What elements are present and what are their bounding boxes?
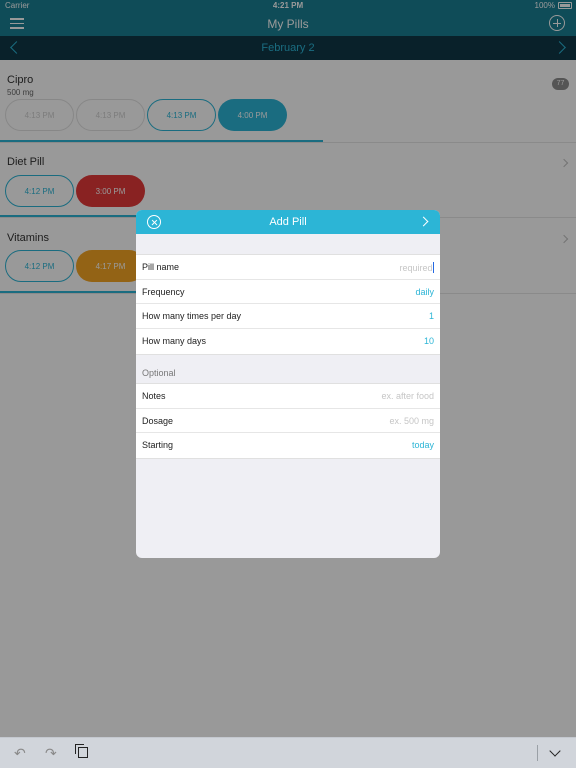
field-value: 10 bbox=[423, 336, 434, 347]
toolbar-divider bbox=[537, 745, 538, 761]
optional-section-label: Optional bbox=[142, 368, 176, 378]
pill-name-input[interactable]: required bbox=[399, 262, 434, 273]
times-per-day-field[interactable]: How many times per day 1 bbox=[136, 304, 440, 330]
field-label: How many times per day bbox=[142, 311, 242, 322]
optional-fields-group: Notes ex. after food Dosage ex. 500 mg S… bbox=[136, 383, 440, 460]
starting-field[interactable]: Starting today bbox=[136, 433, 440, 458]
field-label: Notes bbox=[142, 391, 166, 401]
dosage-field[interactable]: Dosage ex. 500 mg bbox=[136, 409, 440, 434]
notes-field[interactable]: Notes ex. after food bbox=[136, 384, 440, 409]
notes-input[interactable]: ex. after food bbox=[381, 391, 434, 401]
dosage-input[interactable]: ex. 500 mg bbox=[389, 416, 434, 426]
dismiss-keyboard-icon[interactable] bbox=[549, 745, 561, 757]
number-of-days-field[interactable]: How many days 10 bbox=[136, 329, 440, 354]
field-label: Frequency bbox=[142, 286, 185, 297]
add-pill-modal: Add Pill Pill name required Frequency da… bbox=[136, 210, 440, 558]
field-value: daily bbox=[415, 286, 434, 297]
modal-header: Add Pill bbox=[136, 210, 440, 234]
pill-name-field[interactable]: Pill name required bbox=[136, 255, 440, 280]
undo-icon[interactable]: ↶ bbox=[14, 746, 26, 762]
required-fields-group: Pill name required Frequency daily How m… bbox=[136, 254, 440, 355]
field-value: today bbox=[411, 440, 434, 451]
field-label: Pill name bbox=[142, 262, 180, 272]
frequency-field[interactable]: Frequency daily bbox=[136, 280, 440, 305]
keyboard-toolbar: ↶ ↷ bbox=[0, 737, 576, 768]
modal-title: Add Pill bbox=[269, 216, 307, 228]
field-label: How many days bbox=[142, 336, 207, 347]
field-placeholder: required bbox=[399, 263, 433, 273]
paste-icon[interactable] bbox=[75, 744, 88, 758]
field-label: Starting bbox=[142, 440, 174, 451]
text-cursor bbox=[432, 262, 434, 273]
field-label: Dosage bbox=[142, 415, 174, 426]
redo-icon[interactable]: ↷ bbox=[45, 746, 57, 762]
field-value: 1 bbox=[428, 311, 434, 322]
